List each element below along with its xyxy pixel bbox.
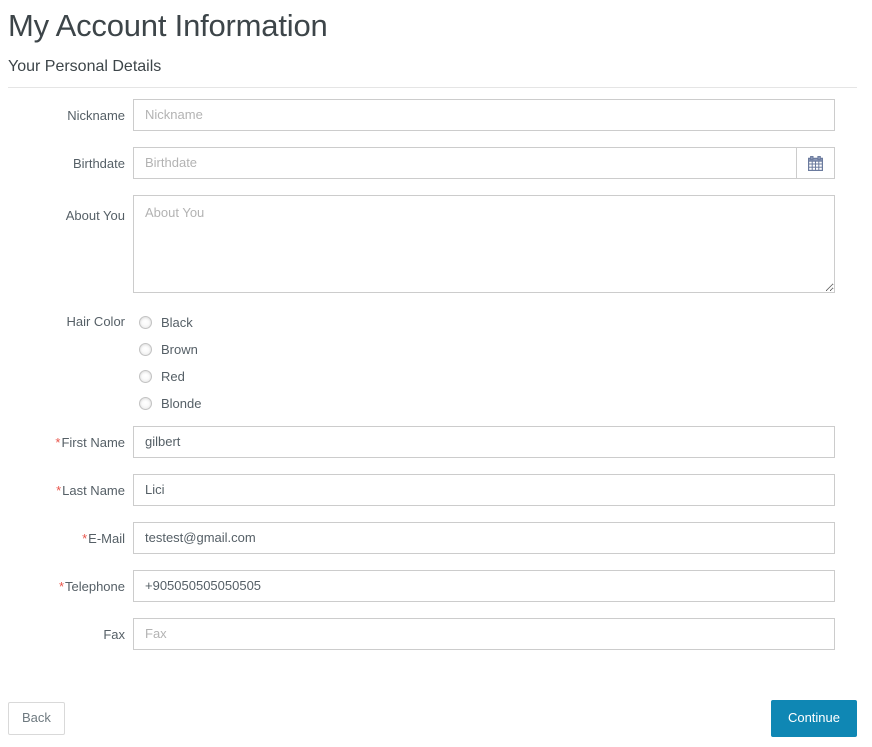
- radio-mark-icon[interactable]: [139, 343, 152, 356]
- fax-label: Fax: [103, 627, 125, 642]
- back-button[interactable]: Back: [8, 702, 65, 735]
- about-you-label: About You: [65, 208, 125, 223]
- birthdate-field-wrap: [133, 147, 835, 179]
- form-row-birthdate: Birthdate: [0, 147, 872, 179]
- first-name-label: *First Name: [0, 426, 133, 451]
- hair-color-option-label: Blonde: [161, 396, 202, 411]
- birthdate-input[interactable]: [133, 147, 796, 179]
- required-asterisk: *: [55, 435, 61, 450]
- form-row-first-name: *First Name: [0, 426, 872, 458]
- hair-color-field-wrap: Black Brown Red Blonde: [133, 309, 835, 417]
- personal-details-form: Nickname Birthdate: [0, 88, 872, 650]
- email-label: *E-Mail: [0, 522, 133, 547]
- required-asterisk: *: [82, 531, 88, 546]
- first-name-input[interactable]: [133, 426, 835, 458]
- required-asterisk: *: [58, 579, 64, 594]
- hair-color-option-brown[interactable]: Brown: [133, 336, 835, 363]
- form-row-fax: Fax: [0, 618, 872, 650]
- email-field-wrap: [133, 522, 835, 554]
- telephone-input[interactable]: [133, 570, 835, 602]
- section-title: Your Personal Details: [8, 58, 162, 75]
- form-row-last-name: *Last Name: [0, 474, 872, 506]
- last-name-label: *Last Name: [0, 474, 133, 499]
- last-name-field-wrap: [133, 474, 835, 506]
- telephone-label: *Telephone: [0, 570, 133, 595]
- about-you-field-wrap: [133, 195, 835, 293]
- continue-button[interactable]: Continue: [770, 700, 857, 737]
- page-title: My Account Information: [8, 8, 328, 43]
- hair-color-option-label: Brown: [161, 342, 198, 357]
- hair-color-radio-group: Black Brown Red Blonde: [133, 309, 835, 417]
- fax-field-wrap: [133, 618, 835, 650]
- calendar-icon: [808, 155, 823, 171]
- birthdate-calendar-button[interactable]: [796, 147, 835, 179]
- first-name-field-wrap: [133, 426, 835, 458]
- fax-input[interactable]: [133, 618, 835, 650]
- form-footer: Back Continue: [0, 690, 872, 747]
- email-input[interactable]: [133, 522, 835, 554]
- nickname-label: Nickname: [67, 108, 125, 123]
- nickname-field-wrap: [133, 99, 835, 131]
- first-name-label-text: First Name: [61, 435, 125, 450]
- form-row-hair-color: Hair Color Black Brown Red Blonde: [0, 309, 872, 417]
- hair-color-option-label: Black: [161, 315, 193, 330]
- telephone-label-text: Telephone: [65, 579, 125, 594]
- hair-color-option-red[interactable]: Red: [133, 363, 835, 390]
- hair-color-option-label: Red: [161, 369, 185, 384]
- last-name-input[interactable]: [133, 474, 835, 506]
- birthdate-input-group: [133, 147, 835, 179]
- form-row-telephone: *Telephone: [0, 570, 872, 602]
- radio-mark-icon[interactable]: [139, 397, 152, 410]
- last-name-label-text: Last Name: [62, 483, 125, 498]
- about-you-textarea[interactable]: [133, 195, 835, 293]
- form-row-email: *E-Mail: [0, 522, 872, 554]
- hair-color-option-blonde[interactable]: Blonde: [133, 390, 835, 417]
- email-label-text: E-Mail: [88, 531, 125, 546]
- form-row-nickname: Nickname: [0, 99, 872, 131]
- radio-mark-icon[interactable]: [139, 370, 152, 383]
- required-asterisk: *: [56, 483, 62, 498]
- birthdate-label: Birthdate: [72, 156, 125, 171]
- form-row-about-you: About You: [0, 195, 872, 293]
- hair-color-label: Hair Color: [66, 314, 125, 329]
- radio-mark-icon[interactable]: [139, 316, 152, 329]
- account-information-page: My Account Information Your Personal Det…: [0, 0, 872, 747]
- hair-color-option-black[interactable]: Black: [133, 309, 835, 336]
- telephone-field-wrap: [133, 570, 835, 602]
- nickname-input[interactable]: [133, 99, 835, 131]
